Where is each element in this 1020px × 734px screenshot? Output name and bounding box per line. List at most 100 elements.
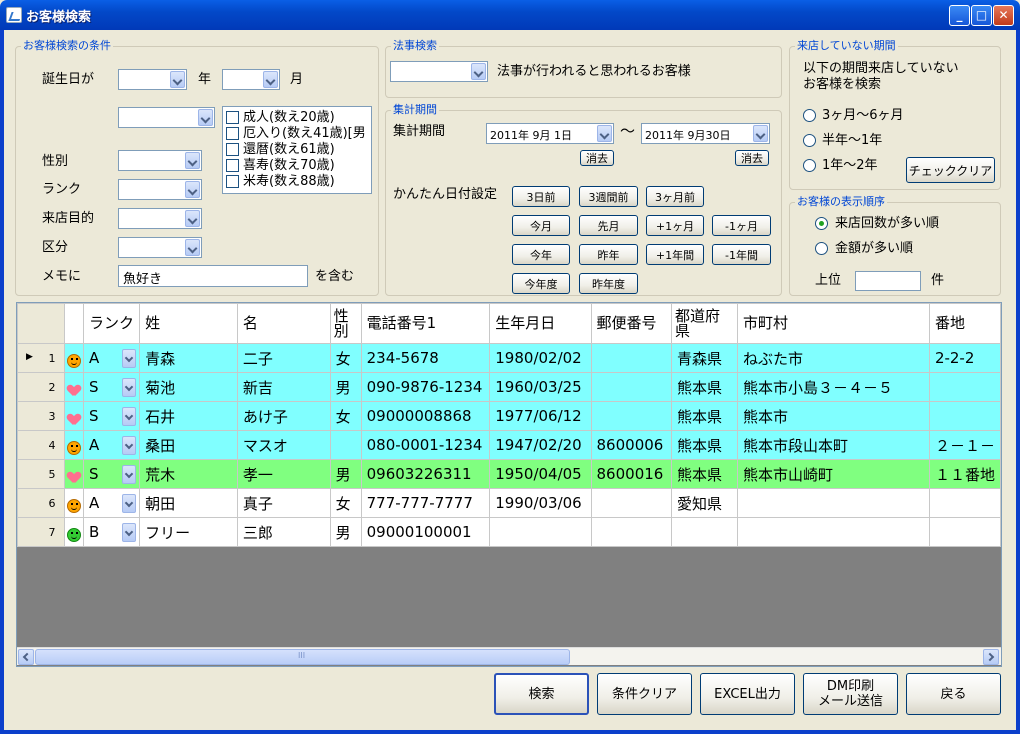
horizontal-scrollbar[interactable]: III — [17, 647, 1001, 665]
chevron-down-icon[interactable] — [122, 435, 137, 455]
birth-year-combo[interactable] — [118, 69, 187, 90]
last-name-cell[interactable]: フリー — [139, 517, 238, 547]
row-header[interactable]: 3 — [17, 401, 65, 431]
gender-cell[interactable]: 男 — [329, 517, 362, 547]
last-name-cell[interactable]: 青森 — [139, 343, 238, 373]
gender-cell[interactable] — [329, 430, 362, 460]
phone-cell[interactable]: 080-0001-1234 — [360, 430, 491, 460]
birth-month-combo[interactable] — [222, 69, 280, 90]
first-name-cell[interactable]: 新吉 — [236, 372, 331, 402]
first-name-cell[interactable]: マスオ — [236, 430, 331, 460]
memo-input[interactable]: 魚好き — [118, 265, 308, 287]
last-name-cell[interactable]: 朝田 — [139, 488, 238, 518]
rank-cell[interactable]: A — [83, 488, 141, 518]
zip-cell[interactable] — [590, 401, 672, 431]
first-name-cell[interactable]: 二子 — [236, 343, 331, 373]
gender-combo[interactable] — [118, 150, 202, 171]
last-name-cell[interactable]: 荒木 — [139, 459, 238, 489]
address-cell[interactable]: 2-2-2 — [928, 343, 1001, 373]
age-option[interactable]: 成人(数え20歳) — [226, 110, 371, 126]
rank-combo[interactable] — [118, 179, 202, 200]
column-header[interactable]: 性 別 — [329, 303, 362, 344]
zip-cell[interactable]: 8600006 — [590, 430, 672, 460]
age-option[interactable]: 厄入り(数え41歳)[男 — [226, 126, 371, 142]
gender-cell[interactable]: 女 — [329, 401, 362, 431]
rank-cell[interactable]: S — [83, 459, 141, 489]
city-cell[interactable]: 熊本市段山本町 — [737, 430, 930, 460]
clear-end-button[interactable]: 消去 — [735, 150, 769, 166]
age-option[interactable]: 喜寿(数え70歳) — [226, 158, 371, 174]
zip-cell[interactable]: 8600016 — [590, 459, 672, 489]
first-name-cell[interactable]: あけ子 — [236, 401, 331, 431]
phone-cell[interactable]: 234-5678 — [360, 343, 491, 373]
rank-cell[interactable]: A — [83, 430, 141, 460]
last-name-cell[interactable]: 石井 — [139, 401, 238, 431]
address-cell[interactable]: ２－１－ — [928, 430, 1001, 460]
city-cell[interactable]: ねぶた市 — [737, 343, 930, 373]
back-button[interactable]: 戻る — [906, 673, 1001, 715]
birthdate-cell[interactable]: 1977/06/12 — [489, 401, 592, 431]
table-row[interactable]: 4 A 桑田 マスオ 080-0001-1234 1947/02/20 8600006 熊本県… — [17, 430, 1001, 460]
check-clear-button[interactable]: チェッククリア — [906, 157, 995, 183]
row-header[interactable]: 4 — [17, 430, 65, 460]
phone-cell[interactable]: 09000100001 — [360, 517, 491, 547]
zip-cell[interactable] — [590, 488, 672, 518]
quick-plus-month-button[interactable]: +1ヶ月 — [646, 215, 704, 236]
absence-radio-3-6months[interactable] — [803, 109, 816, 122]
checkbox[interactable] — [226, 111, 239, 124]
phone-cell[interactable]: 777-777-7777 — [360, 488, 491, 518]
checkbox[interactable] — [226, 127, 239, 140]
age-option[interactable]: 還暦(数え61歳) — [226, 142, 371, 158]
dm-print-mail-button[interactable]: DM印刷 メール送信 — [803, 673, 898, 715]
rank-cell[interactable]: S — [83, 401, 141, 431]
column-header[interactable]: 名 — [236, 303, 331, 344]
purpose-combo[interactable] — [118, 208, 202, 229]
phone-cell[interactable]: 09000008868 — [360, 401, 491, 431]
address-cell[interactable] — [928, 401, 1001, 431]
table-row[interactable]: 7 B フリー 三郎男 09000100001 — [17, 517, 1001, 547]
gender-cell[interactable]: 男 — [329, 459, 362, 489]
chevron-down-icon[interactable] — [122, 348, 137, 368]
prefecture-cell[interactable]: 熊本県 — [670, 459, 739, 489]
column-header[interactable]: ランク — [83, 303, 141, 344]
order-radio-amount[interactable] — [815, 242, 828, 255]
column-header[interactable]: 生年月日 — [489, 303, 592, 344]
chevron-down-icon[interactable] — [122, 464, 137, 484]
column-header[interactable] — [63, 303, 85, 344]
address-cell[interactable]: １１番地 — [928, 459, 1001, 489]
birthdate-cell[interactable]: 1990/03/06 — [489, 488, 592, 518]
memorial-combo[interactable] — [390, 61, 488, 82]
top-count-input[interactable] — [855, 271, 921, 291]
phone-cell[interactable]: 09603226311 — [360, 459, 491, 489]
gender-cell[interactable]: 女 — [329, 488, 362, 518]
chevron-down-icon[interactable] — [122, 406, 137, 426]
column-header[interactable]: 都道府 県 — [670, 303, 739, 344]
birthdate-cell[interactable]: 1950/04/05 — [489, 459, 592, 489]
birthdate-cell[interactable] — [489, 517, 592, 547]
first-name-cell[interactable]: 三郎 — [236, 517, 331, 547]
absence-radio-half-year[interactable] — [803, 134, 816, 147]
table-row[interactable]: 3 S 石井 あけ子女 09000008868 1977/06/12 熊本県 熊本市 — [17, 401, 1001, 431]
last-name-cell[interactable]: 桑田 — [139, 430, 238, 460]
prefecture-cell[interactable]: 青森県 — [670, 343, 739, 373]
quick-this-fiscal-button[interactable]: 今年度 — [512, 273, 570, 294]
quick-last-year-button[interactable]: 昨年 — [579, 244, 638, 265]
address-cell[interactable] — [928, 517, 1001, 547]
prefecture-cell[interactable]: 熊本県 — [670, 430, 739, 460]
checkbox[interactable] — [226, 159, 239, 172]
chevron-down-icon[interactable] — [122, 522, 137, 542]
quick-last-fiscal-button[interactable]: 昨年度 — [579, 273, 638, 294]
address-cell[interactable] — [928, 372, 1001, 402]
birthdate-cell[interactable]: 1960/03/25 — [489, 372, 592, 402]
column-header[interactable]: 市町村 — [737, 303, 930, 344]
table-row[interactable]: 6 A 朝田 真子女 777-777-7777 1990/03/06 愛知県 — [17, 488, 1001, 518]
scroll-left-icon[interactable] — [18, 649, 34, 665]
column-header[interactable]: 姓 — [139, 303, 238, 344]
prefecture-cell[interactable]: 熊本県 — [670, 372, 739, 402]
clear-start-button[interactable]: 消去 — [580, 150, 614, 166]
search-button[interactable]: 検索 — [494, 673, 589, 715]
start-date-picker[interactable]: 2011年 9月 1日 — [486, 123, 614, 144]
city-cell[interactable] — [737, 517, 930, 547]
table-row[interactable]: 5 S 荒木 孝一男 09603226311 1950/04/05 8600016 熊本県 熊本… — [17, 459, 1001, 489]
scroll-thumb[interactable]: III — [35, 649, 570, 665]
